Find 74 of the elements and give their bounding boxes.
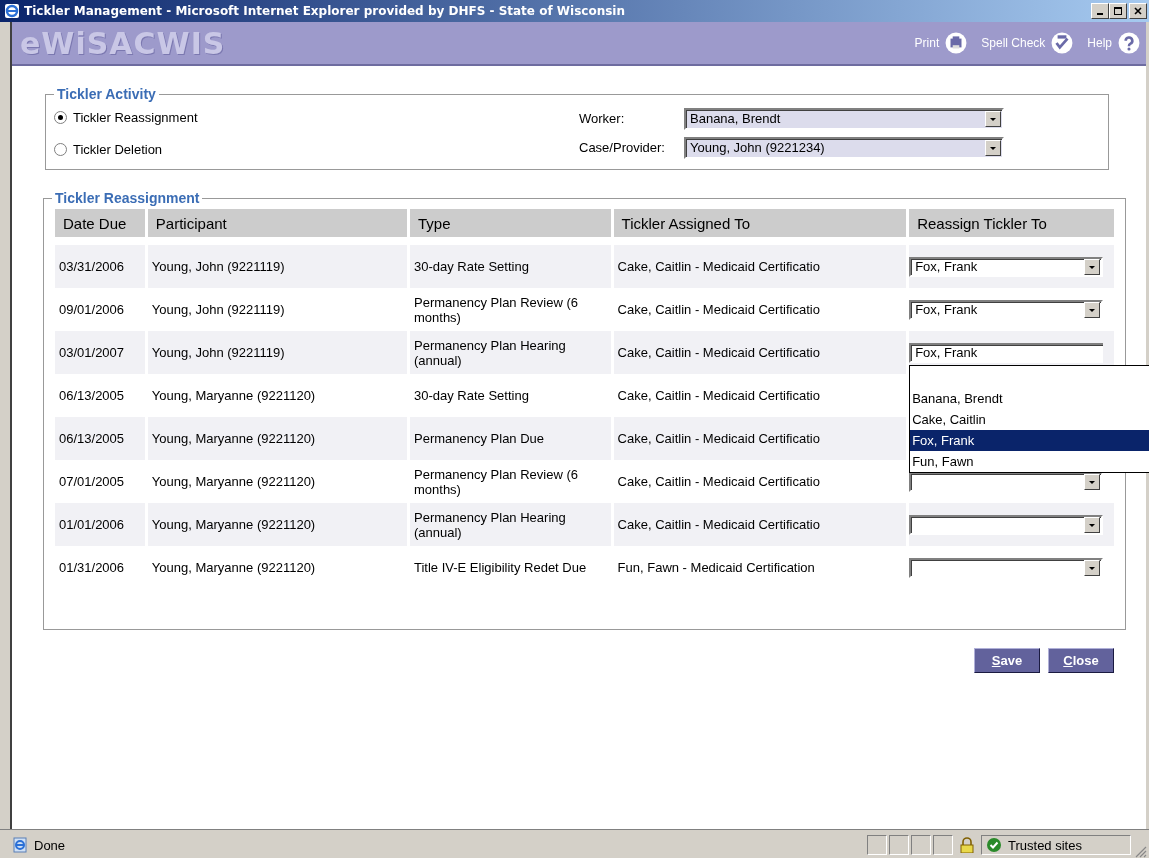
table-cell-text: 01/31/2006 — [58, 559, 126, 577]
table-cell: 03/01/2007 — [55, 331, 145, 374]
field-label: Worker: — [579, 111, 626, 126]
action-button[interactable]: Close — [1048, 648, 1114, 673]
table-cell: Cake, Caitlin - Medicaid Certificatio — [613, 331, 907, 374]
lock-icon — [959, 837, 975, 853]
table-cell: 30-day Rate Setting — [410, 245, 611, 288]
page-icon — [12, 837, 28, 853]
dropdown-field[interactable] — [909, 514, 1104, 535]
field-label: Case/Provider: — [579, 140, 666, 155]
radio-button[interactable] — [54, 142, 67, 156]
status-pane — [889, 835, 909, 855]
table-cell-text: Permanency Plan Review (6 months) — [413, 465, 579, 499]
table-cell-text: Young, Maryanne (9221120) — [150, 559, 317, 577]
table-cell-text: Title IV-E Eligibility Redet Due — [413, 559, 588, 577]
table-cell: Permanency Plan Hearing (annual) — [410, 503, 611, 546]
dropdown-option[interactable]: Banana, Brendt — [910, 388, 1149, 409]
table-cell-text: Cake, Caitlin - Medicaid Certificatio — [616, 387, 821, 405]
dropdown-field[interactable]: Fox, Frank — [909, 299, 1104, 320]
dropdown-option[interactable]: Fox, Frank — [910, 430, 1149, 451]
table-cell-text: Cake, Caitlin - Medicaid Certificatio — [616, 301, 821, 319]
radio-label: Tickler Reassignment — [73, 109, 198, 125]
status-pane — [911, 835, 931, 855]
dropdown-field[interactable]: Fox, Frank — [909, 256, 1104, 277]
status-text: Done — [34, 837, 66, 853]
check-icon — [986, 837, 1002, 853]
table-cell-text: Young, Maryanne (9221120) — [150, 473, 317, 491]
table-cell-text: Permanency Plan Review (6 months) — [413, 293, 579, 327]
minimize-button[interactable] — [1091, 3, 1109, 19]
dropdown-field[interactable]: Banana, Brendt — [684, 107, 1004, 130]
close-button[interactable] — [1129, 3, 1147, 19]
table-cell: Permanency Plan Hearing (annual) — [410, 331, 611, 374]
resize-grip[interactable] — [1133, 844, 1147, 858]
table-cell-text: 07/01/2005 — [58, 473, 126, 491]
panel-legend: Tickler Activity — [54, 86, 159, 102]
table-cell: Young, Maryanne (9221120) — [147, 417, 407, 460]
panel-legend: Tickler Reassignment — [52, 190, 203, 206]
table-cell-text: Fun, Fawn - Medicaid Certification — [616, 559, 816, 577]
table-cell: Young, John (9221119) — [147, 331, 407, 374]
spell-check-icon[interactable] — [1051, 32, 1074, 54]
help-icon[interactable] — [1118, 32, 1140, 54]
status-pane — [933, 835, 953, 855]
dropdown-list[interactable]: Banana, Brendt Cake, Caitlin Fox, Frank Fun, Fawn — [909, 365, 1149, 473]
maximize-icon — [1113, 6, 1123, 16]
table-cell: Cake, Caitlin - Medicaid Certificatio — [613, 417, 907, 460]
action-button[interactable]: Save — [974, 648, 1040, 673]
browser-icon — [4, 3, 20, 19]
table-cell-text: 30-day Rate Setting — [413, 387, 530, 405]
minimize-icon — [1097, 13, 1103, 15]
window-title: Tickler Management - Microsoft Internet Explorer provided by DHFS - State of Wisconsin — [24, 4, 626, 18]
table-cell-text: Young, John (9221119) — [150, 301, 286, 319]
dropdown-option[interactable]: Cake, Caitlin — [910, 409, 1149, 430]
dropdown-field[interactable]: Young, John (9221234) — [684, 136, 1004, 159]
maximize-button[interactable] — [1109, 3, 1127, 19]
table-cell: Cake, Caitlin - Medicaid Certificatio — [613, 245, 907, 288]
table-cell-text: 06/13/2005 — [58, 387, 126, 405]
radio-label: Tickler Deletion — [73, 141, 163, 157]
printer-icon[interactable] — [945, 32, 968, 54]
table-cell: 03/31/2006 — [55, 245, 145, 288]
table-cell: 06/13/2005 — [55, 417, 145, 460]
radio-button[interactable] — [54, 110, 67, 124]
status-pane — [867, 835, 887, 855]
table-cell: Young, John (9221119) — [147, 245, 407, 288]
zone-text: Trusted sites — [1008, 837, 1082, 853]
table-cell: 01/01/2006 — [55, 503, 145, 546]
table-cell-text: Young, Maryanne (9221120) — [150, 387, 317, 405]
close-icon — [1133, 6, 1143, 16]
table-cell-text: Cake, Caitlin - Medicaid Certificatio — [616, 473, 821, 491]
dropdown-field[interactable]: Fox, Frank — [909, 342, 1104, 363]
table-cell: Permanency Plan Due — [410, 417, 611, 460]
table-cell: Cake, Caitlin - Medicaid Certificatio — [613, 503, 907, 546]
dropdown-option[interactable]: Fun, Fawn — [910, 451, 1149, 472]
table-cell: Young, Maryanne (9221120) — [147, 503, 407, 546]
table-cell-text: 09/01/2006 — [58, 301, 126, 319]
